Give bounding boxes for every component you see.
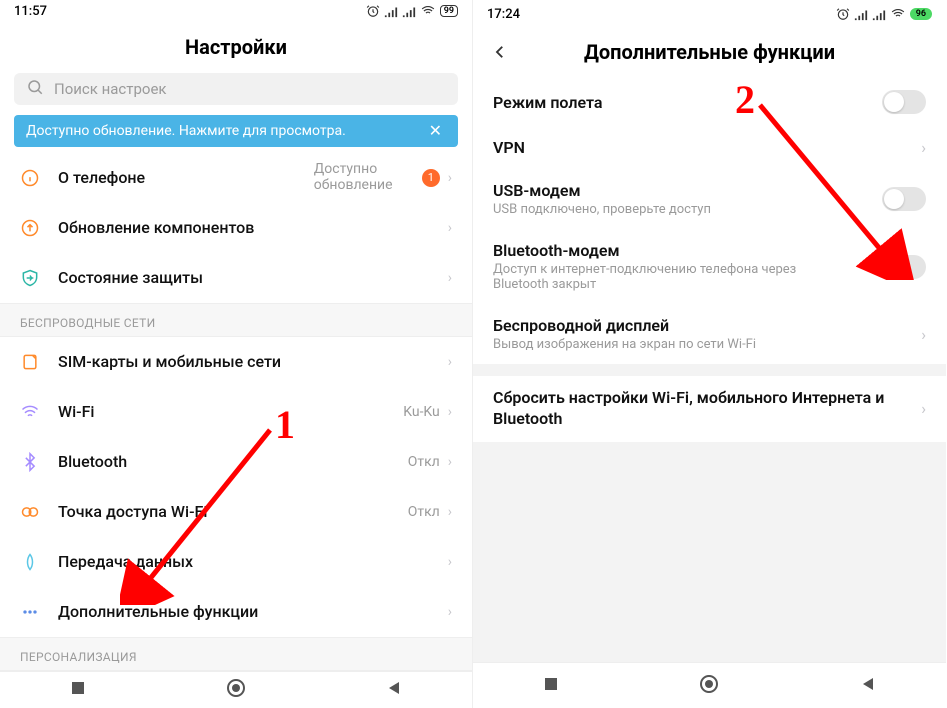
chevron-right-icon: › xyxy=(921,138,926,157)
close-icon[interactable]: ✕ xyxy=(425,121,446,140)
section-personalization: ПЕРСОНАЛИЗАЦИЯ xyxy=(0,637,472,671)
chevron-right-icon: › xyxy=(448,454,452,470)
item-desc: Доступ к интернет-подключению телефона ч… xyxy=(493,262,813,292)
row-subtext: Откл xyxy=(408,504,440,520)
nav-bar xyxy=(0,671,472,708)
status-bar: 17:24 96 xyxy=(473,0,946,28)
row-label: Wi-Fi xyxy=(58,402,403,421)
chevron-right-icon: › xyxy=(448,354,452,370)
row-label: Передача данных xyxy=(58,552,448,571)
sim-icon xyxy=(20,352,58,372)
page-title: Дополнительные функции xyxy=(473,28,946,78)
info-icon xyxy=(20,168,58,188)
chevron-right-icon: › xyxy=(448,604,452,620)
data-icon xyxy=(20,552,58,572)
signal-icon xyxy=(872,7,886,21)
back-button[interactable] xyxy=(491,42,509,66)
row-airplane-mode[interactable]: Режим полета xyxy=(473,78,946,126)
page-title: Настройки xyxy=(0,23,472,73)
row-label: Дополнительные функции xyxy=(58,602,448,621)
row-component-update[interactable]: Обновление компонентов › xyxy=(0,203,472,253)
row-reset-network[interactable]: Сбросить настройки Wi-Fi, мобильного Инт… xyxy=(473,376,946,442)
phone-settings: 11:57 99 Настройки Поиск настроек Доступ… xyxy=(0,0,473,708)
toggle-airplane[interactable] xyxy=(882,90,926,114)
row-about-phone[interactable]: О телефоне Доступно обновление 1 › xyxy=(0,153,472,203)
row-subtext: Откл xyxy=(408,454,440,470)
row-label: Состояние защиты xyxy=(58,268,448,287)
nav-back-icon[interactable] xyxy=(860,676,876,696)
status-icons: 99 xyxy=(366,4,458,18)
nav-home-icon[interactable] xyxy=(226,678,246,702)
chevron-right-icon: › xyxy=(921,399,926,418)
item-desc: USB подключено, проверьте доступ xyxy=(493,202,813,217)
update-banner[interactable]: Доступно обновление. Нажмите для просмот… xyxy=(14,115,458,147)
chevron-right-icon: › xyxy=(448,170,452,186)
phone-additional-functions: 17:24 96 Дополнительные функции Режим по… xyxy=(473,0,946,708)
nav-recent-icon[interactable] xyxy=(543,676,559,696)
row-subtext: Ku-Ku xyxy=(403,404,440,420)
alarm-icon xyxy=(366,4,380,18)
row-bluetooth[interactable]: Bluetooth Откл › xyxy=(0,437,472,487)
status-bar: 11:57 99 xyxy=(0,0,472,23)
banner-text: Доступно обновление. Нажмите для просмот… xyxy=(26,123,346,139)
signal-icon xyxy=(854,7,868,21)
signal-icon xyxy=(402,4,416,18)
item-title: VPN xyxy=(493,138,921,157)
row-label: Точка доступа Wi-Fi xyxy=(58,502,408,521)
item-title: Сбросить настройки Wi-Fi, мобильного Инт… xyxy=(493,388,921,430)
alarm-icon xyxy=(836,7,850,21)
chevron-right-icon: › xyxy=(448,404,452,420)
row-label: О телефоне xyxy=(58,168,314,187)
search-icon xyxy=(26,78,44,100)
row-hotspot[interactable]: Точка доступа Wi-Fi Откл › xyxy=(0,487,472,537)
toggle-usb[interactable] xyxy=(882,187,926,211)
section-wireless: БЕСПРОВОДНЫЕ СЕТИ xyxy=(0,303,472,337)
row-label: Bluetooth xyxy=(58,452,408,471)
row-label: Обновление компонентов xyxy=(58,218,448,237)
row-usb-modem[interactable]: USB-модем USB подключено, проверьте дост… xyxy=(473,169,946,229)
notification-badge: 1 xyxy=(422,169,440,187)
nav-back-icon[interactable] xyxy=(386,680,402,700)
nav-recent-icon[interactable] xyxy=(70,680,86,700)
item-desc: Вывод изображения на экран по сети Wi-Fi xyxy=(493,337,813,352)
chevron-right-icon: › xyxy=(448,504,452,520)
toggle-bluetooth-modem[interactable] xyxy=(882,255,926,279)
search-input[interactable]: Поиск настроек xyxy=(14,73,458,105)
item-title: Режим полета xyxy=(493,93,882,112)
wifi-icon xyxy=(420,4,436,18)
item-title: Bluetooth-модем xyxy=(493,241,882,260)
row-data-usage[interactable]: Передача данных › xyxy=(0,537,472,587)
status-icons: 96 xyxy=(836,7,932,21)
row-subtext: Доступно обновление xyxy=(314,162,414,193)
row-label: SIM-карты и мобильные сети xyxy=(58,352,448,371)
chevron-right-icon: › xyxy=(448,270,452,286)
row-vpn[interactable]: VPN › xyxy=(473,126,946,169)
row-bluetooth-modem[interactable]: Bluetooth-модем Доступ к интернет-подклю… xyxy=(473,229,946,304)
row-sim[interactable]: SIM-карты и мобильные сети › xyxy=(0,337,472,387)
row-security-status[interactable]: Состояние защиты › xyxy=(0,253,472,303)
row-more-functions[interactable]: Дополнительные функции › xyxy=(0,587,472,637)
wifi-icon xyxy=(20,402,58,422)
shield-icon xyxy=(20,268,58,288)
status-time: 17:24 xyxy=(487,7,520,22)
row-wifi[interactable]: Wi-Fi Ku-Ku › xyxy=(0,387,472,437)
status-time: 11:57 xyxy=(14,4,47,19)
chevron-right-icon: › xyxy=(921,325,926,344)
nav-home-icon[interactable] xyxy=(699,674,719,698)
more-icon xyxy=(20,602,58,622)
chevron-right-icon: › xyxy=(448,554,452,570)
update-icon xyxy=(20,218,58,238)
search-placeholder: Поиск настроек xyxy=(54,80,167,98)
signal-icon xyxy=(384,4,398,18)
wifi-icon xyxy=(890,7,906,21)
item-title: Беспроводной дисплей xyxy=(493,316,921,335)
hotspot-icon xyxy=(20,502,58,522)
bluetooth-icon xyxy=(20,452,58,472)
battery-icon: 99 xyxy=(440,5,458,17)
item-title: USB-модем xyxy=(493,181,882,200)
battery-icon: 96 xyxy=(910,8,932,20)
row-wireless-display[interactable]: Беспроводной дисплей Вывод изображения н… xyxy=(473,304,946,364)
chevron-right-icon: › xyxy=(448,220,452,236)
nav-bar xyxy=(473,662,946,708)
